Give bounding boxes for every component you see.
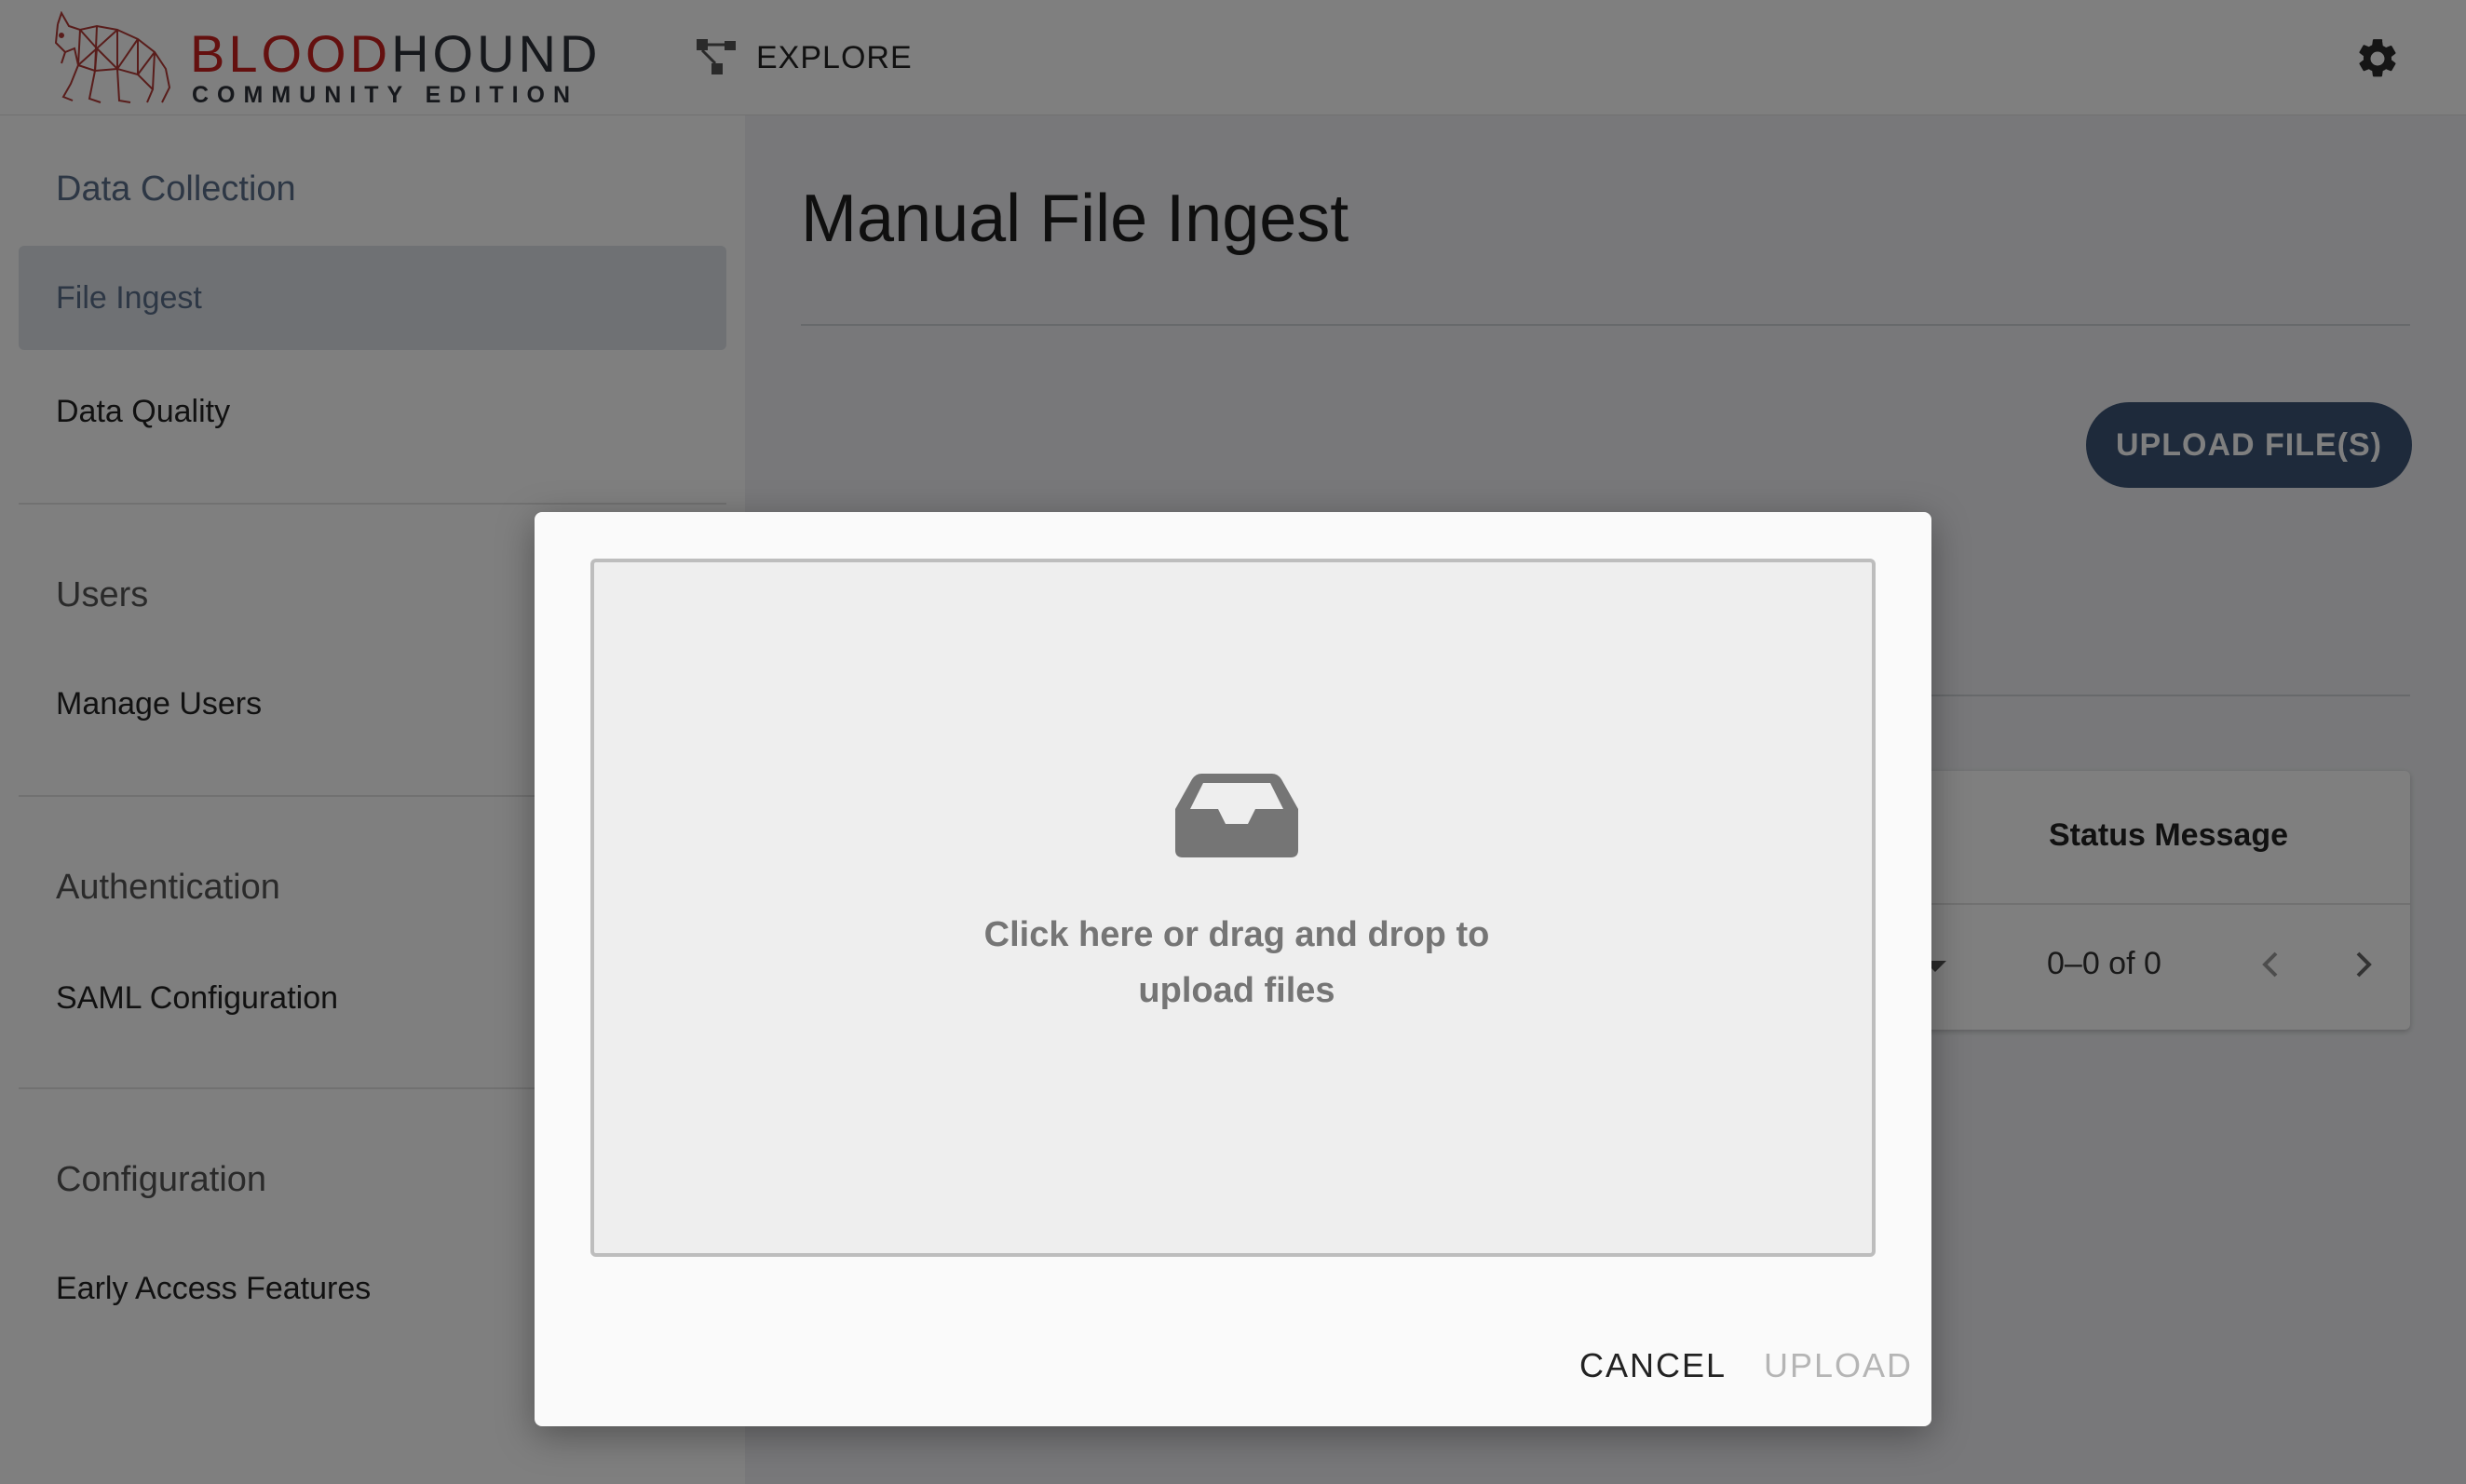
upload-files-dialog: Click here or drag and drop to upload fi… (535, 512, 1931, 1426)
dropzone-instructions: Click here or drag and drop to upload fi… (911, 907, 1563, 1019)
cancel-button[interactable]: CANCEL (1579, 1346, 1727, 1385)
dropzone-text-line-1: Click here or drag and drop to (983, 915, 1490, 954)
inbox-tray-icon (1175, 774, 1298, 857)
file-dropzone[interactable]: Click here or drag and drop to upload fi… (590, 559, 1876, 1257)
upload-button-disabled[interactable]: UPLOAD (1764, 1346, 1913, 1385)
dropzone-text-line-2: upload files (1138, 971, 1335, 1010)
